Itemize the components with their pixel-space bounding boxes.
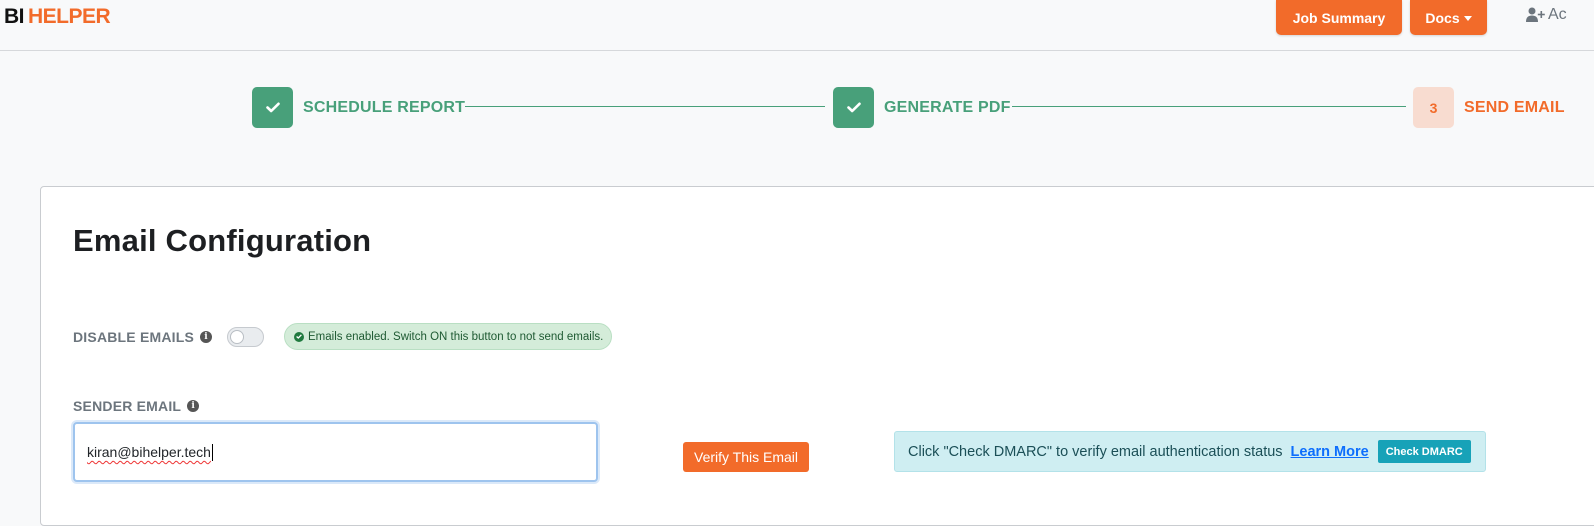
check-circle-icon [294, 331, 304, 342]
step-connector-2 [1012, 106, 1406, 107]
check-dmarc-button[interactable]: Check DMARC [1377, 440, 1471, 463]
step-connector-1 [465, 106, 825, 107]
sender-email-label: SENDER EMAIL i [73, 398, 200, 414]
disable-emails-label-text: DISABLE EMAILS [73, 329, 195, 345]
page-title: Email Configuration [73, 223, 372, 258]
docs-label: Docs [1425, 9, 1460, 26]
check-dmarc-label: Check DMARC [1385, 445, 1463, 458]
text-cursor [211, 443, 213, 461]
check-icon [846, 102, 861, 113]
step-2-label: GENERATE PDF [884, 99, 1011, 116]
step-3-label: SEND EMAIL [1464, 99, 1565, 116]
disable-emails-toggle[interactable] [227, 327, 264, 347]
brand-logo-part1: BI [4, 5, 25, 28]
info-icon[interactable]: i [200, 331, 213, 343]
top-navbar: BI HELPER Job Summary Docs Ac [0, 0, 1594, 51]
add-user-link[interactable]: Ac [1526, 6, 1567, 24]
caret-down-icon [1463, 15, 1472, 21]
verify-email-button[interactable]: Verify This Email [683, 442, 809, 472]
step-2-check-box [833, 87, 874, 128]
disable-emails-label: DISABLE EMAILS i [73, 329, 213, 345]
job-summary-label: Job Summary [1292, 9, 1386, 26]
check-icon [265, 102, 280, 113]
step-1-label: SCHEDULE REPORT [303, 99, 466, 116]
email-status-text: Emails enabled. Switch ON this button to… [308, 330, 604, 343]
sender-email-value: kiran@bihelper.tech [87, 444, 211, 460]
info-icon[interactable]: i [187, 400, 200, 412]
toggle-knob [230, 330, 244, 344]
email-status-badge: Emails enabled. Switch ON this button to… [284, 323, 613, 350]
step-3-number: 3 [1429, 99, 1438, 116]
user-plus-icon [1526, 7, 1545, 22]
dmarc-info-alert: Click "Check DMARC" to verify email auth… [894, 431, 1486, 472]
learn-more-link[interactable]: Learn More [1291, 444, 1369, 460]
sender-email-input[interactable]: kiran@bihelper.tech [73, 422, 598, 482]
brand-logo-part2: HELPER [28, 5, 111, 28]
add-user-label: Ac [1548, 6, 1567, 23]
dmarc-message: Click "Check DMARC" to verify email auth… [908, 443, 1283, 460]
verify-email-label: Verify This Email [694, 449, 798, 465]
step-3-number-box: 3 [1413, 87, 1454, 128]
job-summary-button[interactable]: Job Summary [1276, 0, 1402, 35]
sender-email-label-text: SENDER EMAIL [73, 398, 182, 414]
brand-logo[interactable]: BI HELPER [4, 5, 111, 29]
email-configuration-card: Email Configuration DISABLE EMAILS i Ema… [40, 186, 1594, 526]
docs-dropdown-button[interactable]: Docs [1410, 0, 1487, 35]
step-1-check-box [252, 87, 293, 128]
